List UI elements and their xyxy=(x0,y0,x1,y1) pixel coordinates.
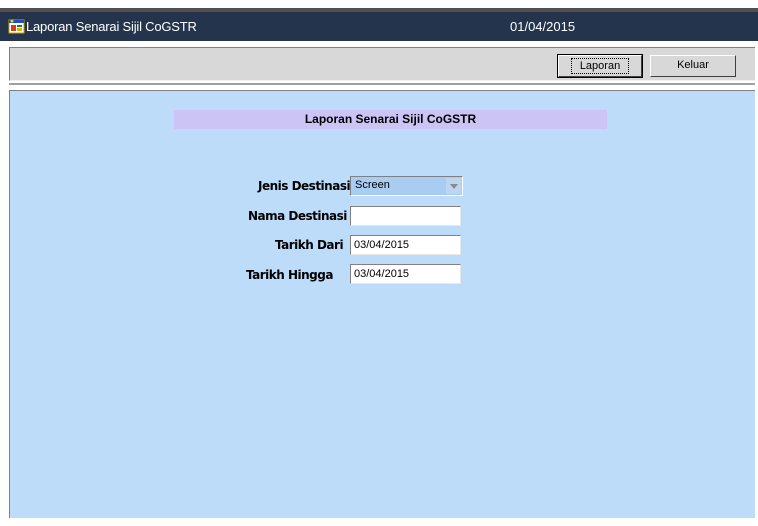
window-date: 01/04/2015 xyxy=(510,19,576,34)
chevron-down-icon xyxy=(450,184,458,189)
tarikh-hingga-field[interactable]: 03/04/2015 xyxy=(350,264,461,284)
dropdown-button[interactable] xyxy=(446,178,461,194)
tarikh-hingga-label: Tarikh Hingga xyxy=(246,268,333,282)
jenis-destinasi-value: Screen xyxy=(355,179,390,191)
keluar-button-label: Keluar xyxy=(677,59,709,71)
tarikh-dari-label: Tarikh Dari xyxy=(275,238,344,252)
laporan-button[interactable]: Laporan xyxy=(557,54,643,78)
nama-destinasi-field[interactable] xyxy=(350,206,461,226)
jenis-destinasi-label: Jenis Destinasi xyxy=(258,179,351,193)
form-panel xyxy=(9,90,755,518)
toolbar-separator xyxy=(9,83,755,85)
app-window-icon xyxy=(8,19,25,34)
laporan-button-label: Laporan xyxy=(570,58,630,74)
toolbar: Laporan Keluar xyxy=(9,47,755,81)
jenis-destinasi-select[interactable]: Screen xyxy=(350,176,463,196)
form-heading: Laporan Senarai Sijil CoGSTR xyxy=(174,110,607,129)
top-strip xyxy=(0,0,758,8)
window-title: Laporan Senarai Sijil CoGSTR xyxy=(26,19,197,34)
tarikh-dari-field[interactable]: 03/04/2015 xyxy=(350,235,461,255)
nama-destinasi-label: Nama Destinasi xyxy=(248,209,347,223)
keluar-button[interactable]: Keluar xyxy=(650,55,736,77)
title-bar: Laporan Senarai Sijil CoGSTR 01/04/2015 xyxy=(0,12,758,41)
